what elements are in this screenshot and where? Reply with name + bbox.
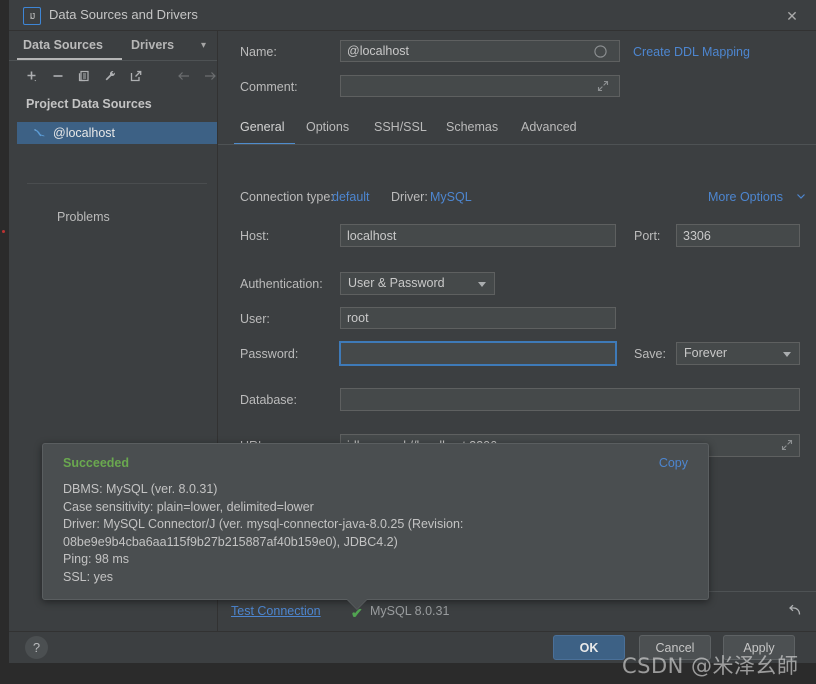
- comment-label: Comment:: [240, 80, 298, 94]
- authentication-select[interactable]: User & Password: [340, 272, 495, 295]
- test-connection-result-popup: Succeeded Copy DBMS: MySQL (ver. 8.0.31)…: [42, 443, 709, 609]
- popup-arrow: [346, 598, 368, 609]
- cancel-button[interactable]: Cancel: [639, 635, 711, 660]
- sidebar-item-problems[interactable]: Problems: [57, 210, 110, 224]
- jump-to-source-icon[interactable]: [127, 67, 145, 85]
- mysql-dolphin-icon: [31, 125, 47, 141]
- arrow-right-icon[interactable]: [201, 67, 219, 85]
- content-tab-base-line: [218, 144, 816, 145]
- arrow-left-icon[interactable]: [175, 67, 193, 85]
- result-line: Ping: 98 ms: [63, 552, 130, 566]
- copy-link[interactable]: Copy: [659, 456, 688, 470]
- port-input[interactable]: [676, 224, 800, 247]
- user-input[interactable]: [340, 307, 616, 329]
- database-input[interactable]: [340, 388, 800, 411]
- result-details: DBMS: MySQL (ver. 8.0.31) Case sensitivi…: [63, 481, 683, 586]
- dialog-root: IJ Data Sources and Drivers ✕ Data Sourc…: [0, 0, 816, 684]
- result-line: DBMS: MySQL (ver. 8.0.31): [63, 482, 218, 496]
- reset-icon[interactable]: [786, 602, 804, 620]
- save-value: Forever: [684, 346, 728, 360]
- ok-button[interactable]: OK: [553, 635, 625, 660]
- test-connection-link[interactable]: Test Connection: [231, 604, 321, 618]
- ide-bottom-edge: [0, 660, 816, 684]
- result-status: Succeeded: [63, 456, 130, 470]
- connection-type-value[interactable]: default: [332, 190, 370, 204]
- expand-icon[interactable]: [596, 79, 610, 93]
- intellij-idea-icon: IJ: [23, 7, 41, 25]
- close-icon[interactable]: ✕: [782, 6, 802, 26]
- content-tab-strip: General Options SSH/SSL Schemas Advanced: [218, 114, 816, 145]
- chevron-down-icon: [783, 352, 791, 357]
- driver-label: Driver:: [391, 190, 428, 204]
- expand-icon[interactable]: [780, 438, 794, 452]
- project-data-sources-title: Project Data Sources: [26, 97, 152, 111]
- connection-type-label: Connection type:: [240, 190, 334, 204]
- breakpoint-dot-icon: [2, 230, 5, 233]
- host-label: Host:: [240, 229, 270, 243]
- authentication-label: Authentication:: [240, 277, 323, 291]
- sidebar-divider: [27, 183, 207, 184]
- save-label: Save:: [634, 347, 666, 361]
- title-bar: IJ Data Sources and Drivers ✕: [9, 0, 816, 30]
- result-line: Case sensitivity: plain=lower, delimited…: [63, 499, 314, 514]
- chevron-down-icon: [478, 282, 486, 287]
- help-icon[interactable]: ?: [25, 636, 48, 659]
- create-ddl-mapping-link[interactable]: Create DDL Mapping: [633, 45, 750, 59]
- driver-value[interactable]: MySQL: [430, 190, 472, 204]
- tab-options[interactable]: Options: [306, 120, 349, 134]
- result-line: SSL: yes: [63, 569, 114, 584]
- add-icon[interactable]: [23, 67, 41, 85]
- dialog-button-bar: ? OK Cancel Apply: [9, 631, 816, 663]
- database-label: Database:: [240, 393, 297, 407]
- remove-icon[interactable]: [49, 67, 67, 85]
- user-label: User:: [240, 312, 270, 326]
- password-input[interactable]: [339, 341, 617, 366]
- tab-data-sources[interactable]: Data Sources: [19, 36, 107, 54]
- comment-input[interactable]: [340, 75, 620, 97]
- sidebar-item-localhost[interactable]: @localhost: [17, 122, 217, 144]
- ide-left-strip: [0, 0, 9, 684]
- tab-drivers[interactable]: Drivers: [127, 36, 178, 54]
- window-title: Data Sources and Drivers: [49, 7, 198, 22]
- tab-general[interactable]: General: [240, 120, 284, 134]
- name-label: Name:: [240, 45, 277, 59]
- tab-schemas[interactable]: Schemas: [446, 120, 498, 134]
- data-sources-dialog: IJ Data Sources and Drivers ✕ Data Sourc…: [9, 0, 816, 663]
- apply-button[interactable]: Apply: [723, 635, 795, 660]
- circle-icon[interactable]: [594, 45, 607, 58]
- host-input[interactable]: [340, 224, 616, 247]
- tab-ssh-ssl[interactable]: SSH/SSL: [374, 120, 427, 134]
- status-text: MySQL 8.0.31: [370, 604, 450, 618]
- chevron-down-icon[interactable]: ▾: [201, 40, 206, 51]
- chevron-down-icon[interactable]: [796, 191, 806, 201]
- tab-advanced[interactable]: Advanced: [521, 120, 577, 134]
- tab-data-sources-underline: [17, 58, 122, 60]
- port-label: Port:: [634, 229, 661, 243]
- left-tab-strip: Data Sources Drivers ▾: [9, 31, 217, 61]
- password-label: Password:: [240, 347, 299, 361]
- wrench-icon[interactable]: [101, 67, 119, 85]
- duplicate-icon[interactable]: [75, 67, 93, 85]
- result-line: Driver: MySQL Connector/J (ver. mysql-co…: [63, 517, 464, 549]
- save-select[interactable]: Forever: [676, 342, 800, 365]
- sidebar-item-localhost-label: @localhost: [53, 126, 116, 140]
- name-input[interactable]: [340, 40, 620, 62]
- more-options-link[interactable]: More Options: [708, 190, 783, 204]
- authentication-value: User & Password: [348, 276, 445, 290]
- left-toolbar: [9, 61, 217, 91]
